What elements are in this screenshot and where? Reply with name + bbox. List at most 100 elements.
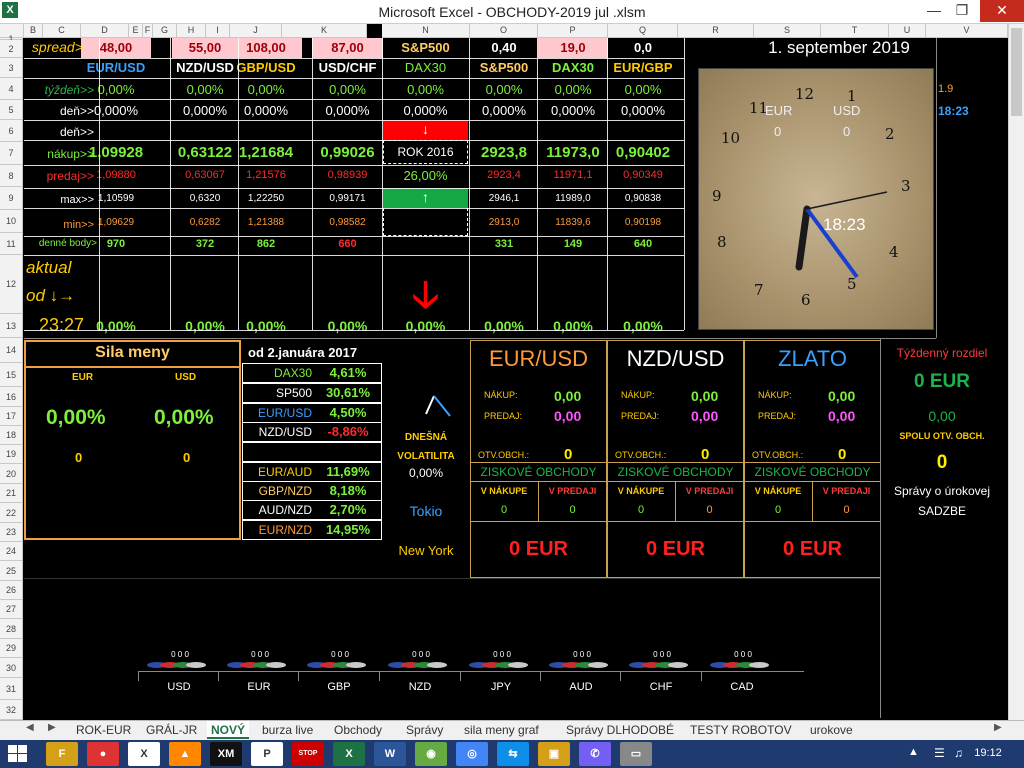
restore-button[interactable]: ❐ bbox=[940, 0, 984, 22]
spread-cell-0[interactable]: 48,00 bbox=[81, 38, 151, 58]
column-header-E[interactable]: E bbox=[129, 24, 143, 38]
row-header-14[interactable]: 14 bbox=[0, 338, 23, 363]
windows-start-icon[interactable] bbox=[8, 745, 28, 763]
row-header-15[interactable]: 15 bbox=[0, 363, 23, 387]
row-header-5[interactable]: 5 bbox=[0, 100, 23, 120]
spread-cell-1[interactable]: 55,00 bbox=[172, 38, 238, 58]
browser-icon[interactable]: ◎ bbox=[456, 742, 488, 766]
chrome-icon[interactable]: ● bbox=[87, 742, 119, 766]
row-header-28[interactable]: 28 bbox=[0, 619, 23, 639]
row-header-29[interactable]: 29 bbox=[0, 639, 23, 658]
pdf-icon[interactable]: P bbox=[251, 742, 283, 766]
row-header-7[interactable]: 7 bbox=[0, 142, 23, 165]
column-header-K[interactable]: K bbox=[282, 24, 367, 38]
spread-cell-6[interactable]: 19,0 bbox=[538, 38, 608, 58]
sheet-tab-7[interactable]: Správy DLHODOBÉ bbox=[562, 721, 678, 739]
sheet-tab-6[interactable]: sila meny graf bbox=[460, 721, 543, 739]
row-header-20[interactable]: 20 bbox=[0, 464, 23, 484]
since-row[interactable] bbox=[242, 442, 382, 462]
viber-icon[interactable]: ✆ bbox=[579, 742, 611, 766]
column-header-H[interactable]: H bbox=[177, 24, 206, 38]
row-header-3[interactable]: 3 bbox=[0, 58, 23, 78]
column-header-I[interactable]: I bbox=[206, 24, 230, 38]
spread-cell-7[interactable]: 0,0 bbox=[608, 38, 678, 58]
sheet-tab-8[interactable]: TESTY ROBOTOV bbox=[686, 721, 796, 739]
column-header-D[interactable]: D bbox=[81, 24, 129, 38]
column-header-Q[interactable]: Q bbox=[608, 24, 678, 38]
folder-icon[interactable]: ▣ bbox=[538, 742, 570, 766]
stop-icon[interactable]: STOP bbox=[292, 742, 324, 766]
sheet-tab-2[interactable]: NOVÝ bbox=[207, 721, 250, 739]
rok-cell[interactable]: ROK 2016 bbox=[383, 140, 468, 164]
sheet-tab-3[interactable]: burza live bbox=[258, 721, 317, 739]
row-header-25[interactable]: 25 bbox=[0, 561, 23, 581]
row-header-23[interactable]: 23 bbox=[0, 523, 23, 542]
row-header-22[interactable]: 22 bbox=[0, 503, 23, 523]
row-header-11[interactable]: 11 bbox=[0, 233, 23, 255]
row-header-12[interactable]: 12 bbox=[0, 255, 23, 314]
row-header-19[interactable]: 19 bbox=[0, 445, 23, 464]
column-header-N[interactable]: N bbox=[382, 24, 470, 38]
row-header-2[interactable]: 2 bbox=[0, 40, 23, 58]
vlc-icon[interactable]: ▲ bbox=[169, 742, 201, 766]
row-header-13[interactable]: 13 bbox=[0, 314, 23, 338]
column-header-S[interactable]: S bbox=[754, 24, 821, 38]
spread-cell-4[interactable]: S&P500 bbox=[383, 38, 468, 58]
row-header-16[interactable]: 16 bbox=[0, 387, 23, 407]
row-header-24[interactable]: 24 bbox=[0, 542, 23, 561]
word-icon[interactable]: W bbox=[374, 742, 406, 766]
up-signal-cell[interactable]: ↑ bbox=[383, 188, 468, 208]
horizontal-scroll-right[interactable]: ▶ bbox=[994, 722, 1002, 733]
row-header-26[interactable]: 26 bbox=[0, 581, 23, 600]
vertical-scrollbar[interactable] bbox=[1008, 24, 1024, 720]
down-signal-cell[interactable]: ↓ bbox=[383, 120, 468, 140]
column-header-T[interactable]: T bbox=[821, 24, 889, 38]
close-button[interactable]: ✕ bbox=[980, 0, 1024, 22]
row-header-9[interactable]: 9 bbox=[0, 187, 23, 210]
taskbar-clock[interactable]: 19:12 bbox=[970, 747, 1006, 759]
sheet-area[interactable]: spread>> 48,00 55,00 108,00 87,00 S&P500 0,40… bbox=[24, 38, 1008, 720]
xm-icon[interactable]: XM bbox=[210, 742, 242, 766]
row-header-4[interactable]: 4 bbox=[0, 78, 23, 100]
row-header-8[interactable]: 8 bbox=[0, 165, 23, 187]
column-header-R[interactable]: R bbox=[678, 24, 754, 38]
row-header-6[interactable]: 6 bbox=[0, 120, 23, 142]
column-header-C[interactable]: C bbox=[43, 24, 81, 38]
sheet-tab-4[interactable]: Obchody bbox=[330, 721, 386, 739]
column-header-B[interactable]: B bbox=[24, 24, 43, 38]
spread-cell-5[interactable]: 0,40 bbox=[470, 38, 538, 58]
row-header-21[interactable]: 21 bbox=[0, 484, 23, 503]
column-header-G[interactable]: G bbox=[153, 24, 177, 38]
file-explorer-icon[interactable]: F bbox=[46, 742, 78, 766]
spread-cell-2[interactable]: 108,00 bbox=[230, 38, 302, 58]
excel-icon-2[interactable]: X bbox=[128, 742, 160, 766]
sheet-tab-1[interactable]: GRÁL-JR bbox=[142, 721, 201, 739]
teamviewer-icon[interactable]: ⇆ bbox=[497, 742, 529, 766]
excel-icon[interactable]: X bbox=[333, 742, 365, 766]
tab-scroll-right[interactable]: ▶ bbox=[48, 722, 56, 733]
row-header-32[interactable]: 32 bbox=[0, 700, 23, 720]
column-header-J[interactable]: J bbox=[230, 24, 282, 38]
sheet-tab-9[interactable]: urokove bbox=[806, 721, 857, 739]
remote-desktop-icon[interactable]: ▭ bbox=[620, 742, 652, 766]
speaker-icon[interactable]: ♫ bbox=[954, 746, 963, 760]
row-header-18[interactable]: 18 bbox=[0, 426, 23, 445]
column-header-U[interactable]: U bbox=[889, 24, 926, 38]
column-header-O[interactable]: O bbox=[470, 24, 538, 38]
row-header-27[interactable]: 27 bbox=[0, 600, 23, 619]
column-header-V[interactable]: V bbox=[926, 24, 1008, 38]
sheet-tab-5[interactable]: Správy bbox=[402, 721, 447, 739]
grid-h-line bbox=[24, 208, 684, 209]
network-icon[interactable]: ☰ bbox=[934, 746, 945, 760]
sheet-tab-0[interactable]: ROK-EUR bbox=[72, 721, 135, 739]
spread-cell-3[interactable]: 87,00 bbox=[312, 38, 383, 58]
row-header-31[interactable]: 31 bbox=[0, 678, 23, 700]
tab-scroll-left[interactable]: ◀ bbox=[26, 722, 34, 733]
row-header-30[interactable]: 30 bbox=[0, 658, 23, 678]
column-header-P[interactable]: P bbox=[538, 24, 608, 38]
tray-up-arrow-icon[interactable]: ▲ bbox=[908, 746, 919, 758]
column-header-F[interactable]: F bbox=[143, 24, 153, 38]
row-header-10[interactable]: 10 bbox=[0, 210, 23, 233]
app-icon[interactable]: ◉ bbox=[415, 742, 447, 766]
row-header-17[interactable]: 17 bbox=[0, 407, 23, 426]
